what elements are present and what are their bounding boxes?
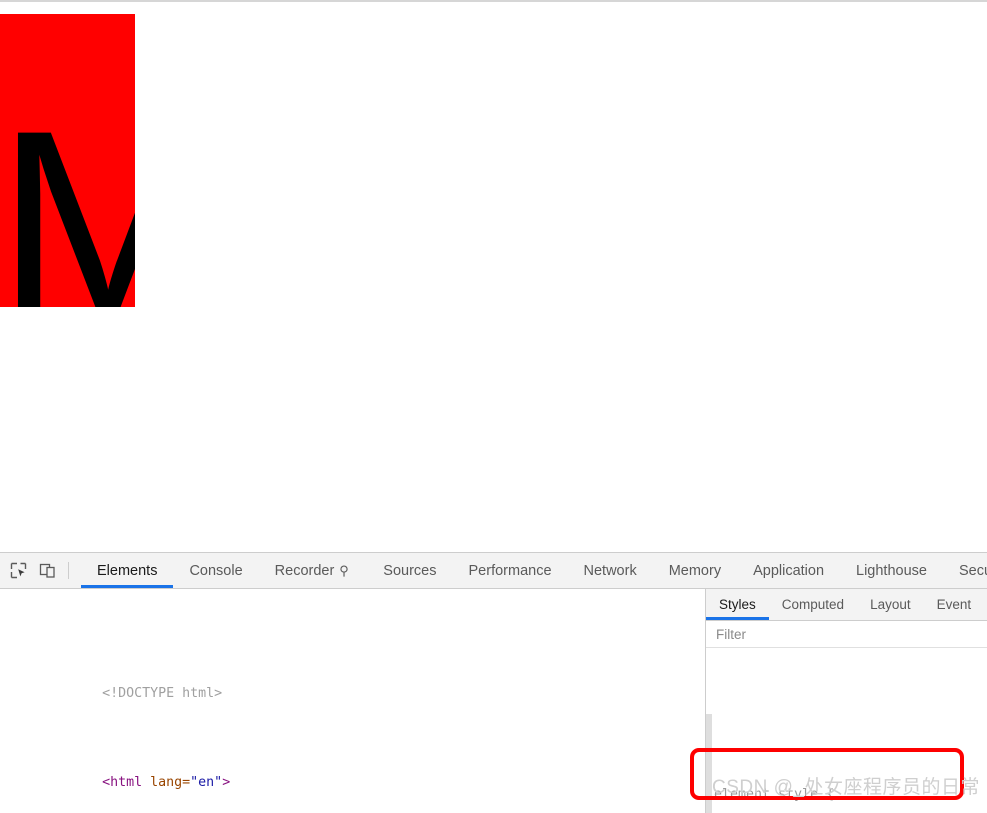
tab-application-label: Application bbox=[753, 562, 825, 579]
tab-sources[interactable]: Sources bbox=[367, 553, 452, 588]
toolbar-divider bbox=[68, 562, 69, 579]
tab-recorder[interactable]: Recorder ⚲ bbox=[259, 553, 368, 588]
html-tag-open: <html bbox=[102, 775, 143, 791]
styles-rules-list: element.style { } span { font-family: co… bbox=[706, 648, 987, 813]
html-tag-close: > bbox=[222, 775, 231, 791]
tab-application[interactable]: Application bbox=[737, 553, 840, 588]
styles-pane: Styles Computed Layout Event Filter elem… bbox=[706, 589, 987, 813]
tab-recorder-label: Recorder bbox=[274, 562, 335, 579]
devtools-tabbar: Elements Console Recorder ⚲ Sources Perf… bbox=[0, 553, 987, 589]
tab-network-label: Network bbox=[583, 562, 637, 579]
tab-memory[interactable]: Memory bbox=[653, 553, 737, 588]
rule-element-style[interactable]: element.style { } bbox=[706, 714, 987, 813]
tab-elements[interactable]: Elements bbox=[81, 553, 174, 588]
element-style-selector: element.style { bbox=[714, 784, 987, 806]
tab-event-listeners-label: Event bbox=[936, 597, 972, 612]
browser-page-viewport: M bbox=[0, 0, 987, 552]
rendered-span-text: M bbox=[0, 74, 135, 307]
tab-memory-label: Memory bbox=[668, 562, 722, 579]
tab-performance[interactable]: Performance bbox=[453, 553, 568, 588]
tab-layout[interactable]: Layout bbox=[857, 589, 924, 620]
devtools-panel: Elements Console Recorder ⚲ Sources Perf… bbox=[0, 552, 987, 813]
element-style-selector-text: element.style { bbox=[714, 787, 835, 802]
flask-icon: ⚲ bbox=[339, 562, 349, 578]
tab-event-listeners[interactable]: Event bbox=[924, 589, 985, 620]
doctype-text: <!DOCTYPE html> bbox=[102, 686, 223, 702]
inspect-element-icon[interactable] bbox=[5, 557, 32, 584]
dom-row-doctype[interactable]: <!DOCTYPE html> bbox=[0, 661, 705, 701]
tab-network[interactable]: Network bbox=[568, 553, 653, 588]
styles-filter-bar bbox=[706, 621, 987, 648]
tab-styles[interactable]: Styles bbox=[706, 589, 769, 620]
html-attr-lang-value: "en" bbox=[190, 775, 223, 791]
dom-tree: <!DOCTYPE html> <html lang="en"> ▶<head>… bbox=[0, 594, 705, 813]
devtools-toolbar-icons bbox=[0, 553, 81, 588]
tab-console-label: Console bbox=[189, 562, 243, 579]
viewport-top-border bbox=[0, 0, 987, 2]
tab-styles-label: Styles bbox=[719, 597, 756, 612]
tab-security-label: Secu bbox=[958, 562, 987, 579]
devtools-body: <!DOCTYPE html> <html lang="en"> ▶<head>… bbox=[0, 589, 987, 813]
tab-computed[interactable]: Computed bbox=[769, 589, 857, 620]
tab-elements-label: Elements bbox=[97, 562, 158, 579]
dom-row-html[interactable]: <html lang="en"> bbox=[0, 750, 705, 790]
tab-console[interactable]: Console bbox=[173, 553, 258, 588]
rendered-span-element: M bbox=[0, 14, 135, 307]
device-toolbar-icon[interactable] bbox=[34, 557, 61, 584]
tab-layout-label: Layout bbox=[870, 597, 911, 612]
rule-gutter bbox=[706, 714, 712, 813]
styles-tabbar: Styles Computed Layout Event bbox=[706, 589, 987, 621]
tab-lighthouse-label: Lighthouse bbox=[856, 562, 927, 579]
tab-lighthouse[interactable]: Lighthouse bbox=[840, 553, 943, 588]
dom-tree-pane[interactable]: <!DOCTYPE html> <html lang="en"> ▶<head>… bbox=[0, 589, 705, 813]
device-toolbar-glyph bbox=[39, 563, 55, 578]
tab-sources-label: Sources bbox=[383, 562, 437, 579]
styles-filter-input[interactable] bbox=[716, 626, 974, 642]
html-attr-lang: lang= bbox=[142, 775, 191, 791]
devtools-screenshot: M Elements Console Recorder ⚲ Sources Pe… bbox=[0, 0, 987, 813]
devtools-tab-list: Elements Console Recorder ⚲ Sources Perf… bbox=[81, 553, 987, 588]
tab-security[interactable]: Secu bbox=[943, 553, 987, 588]
tab-computed-label: Computed bbox=[781, 597, 845, 612]
tab-performance-label: Performance bbox=[468, 562, 552, 579]
inspect-element-glyph bbox=[10, 562, 27, 579]
